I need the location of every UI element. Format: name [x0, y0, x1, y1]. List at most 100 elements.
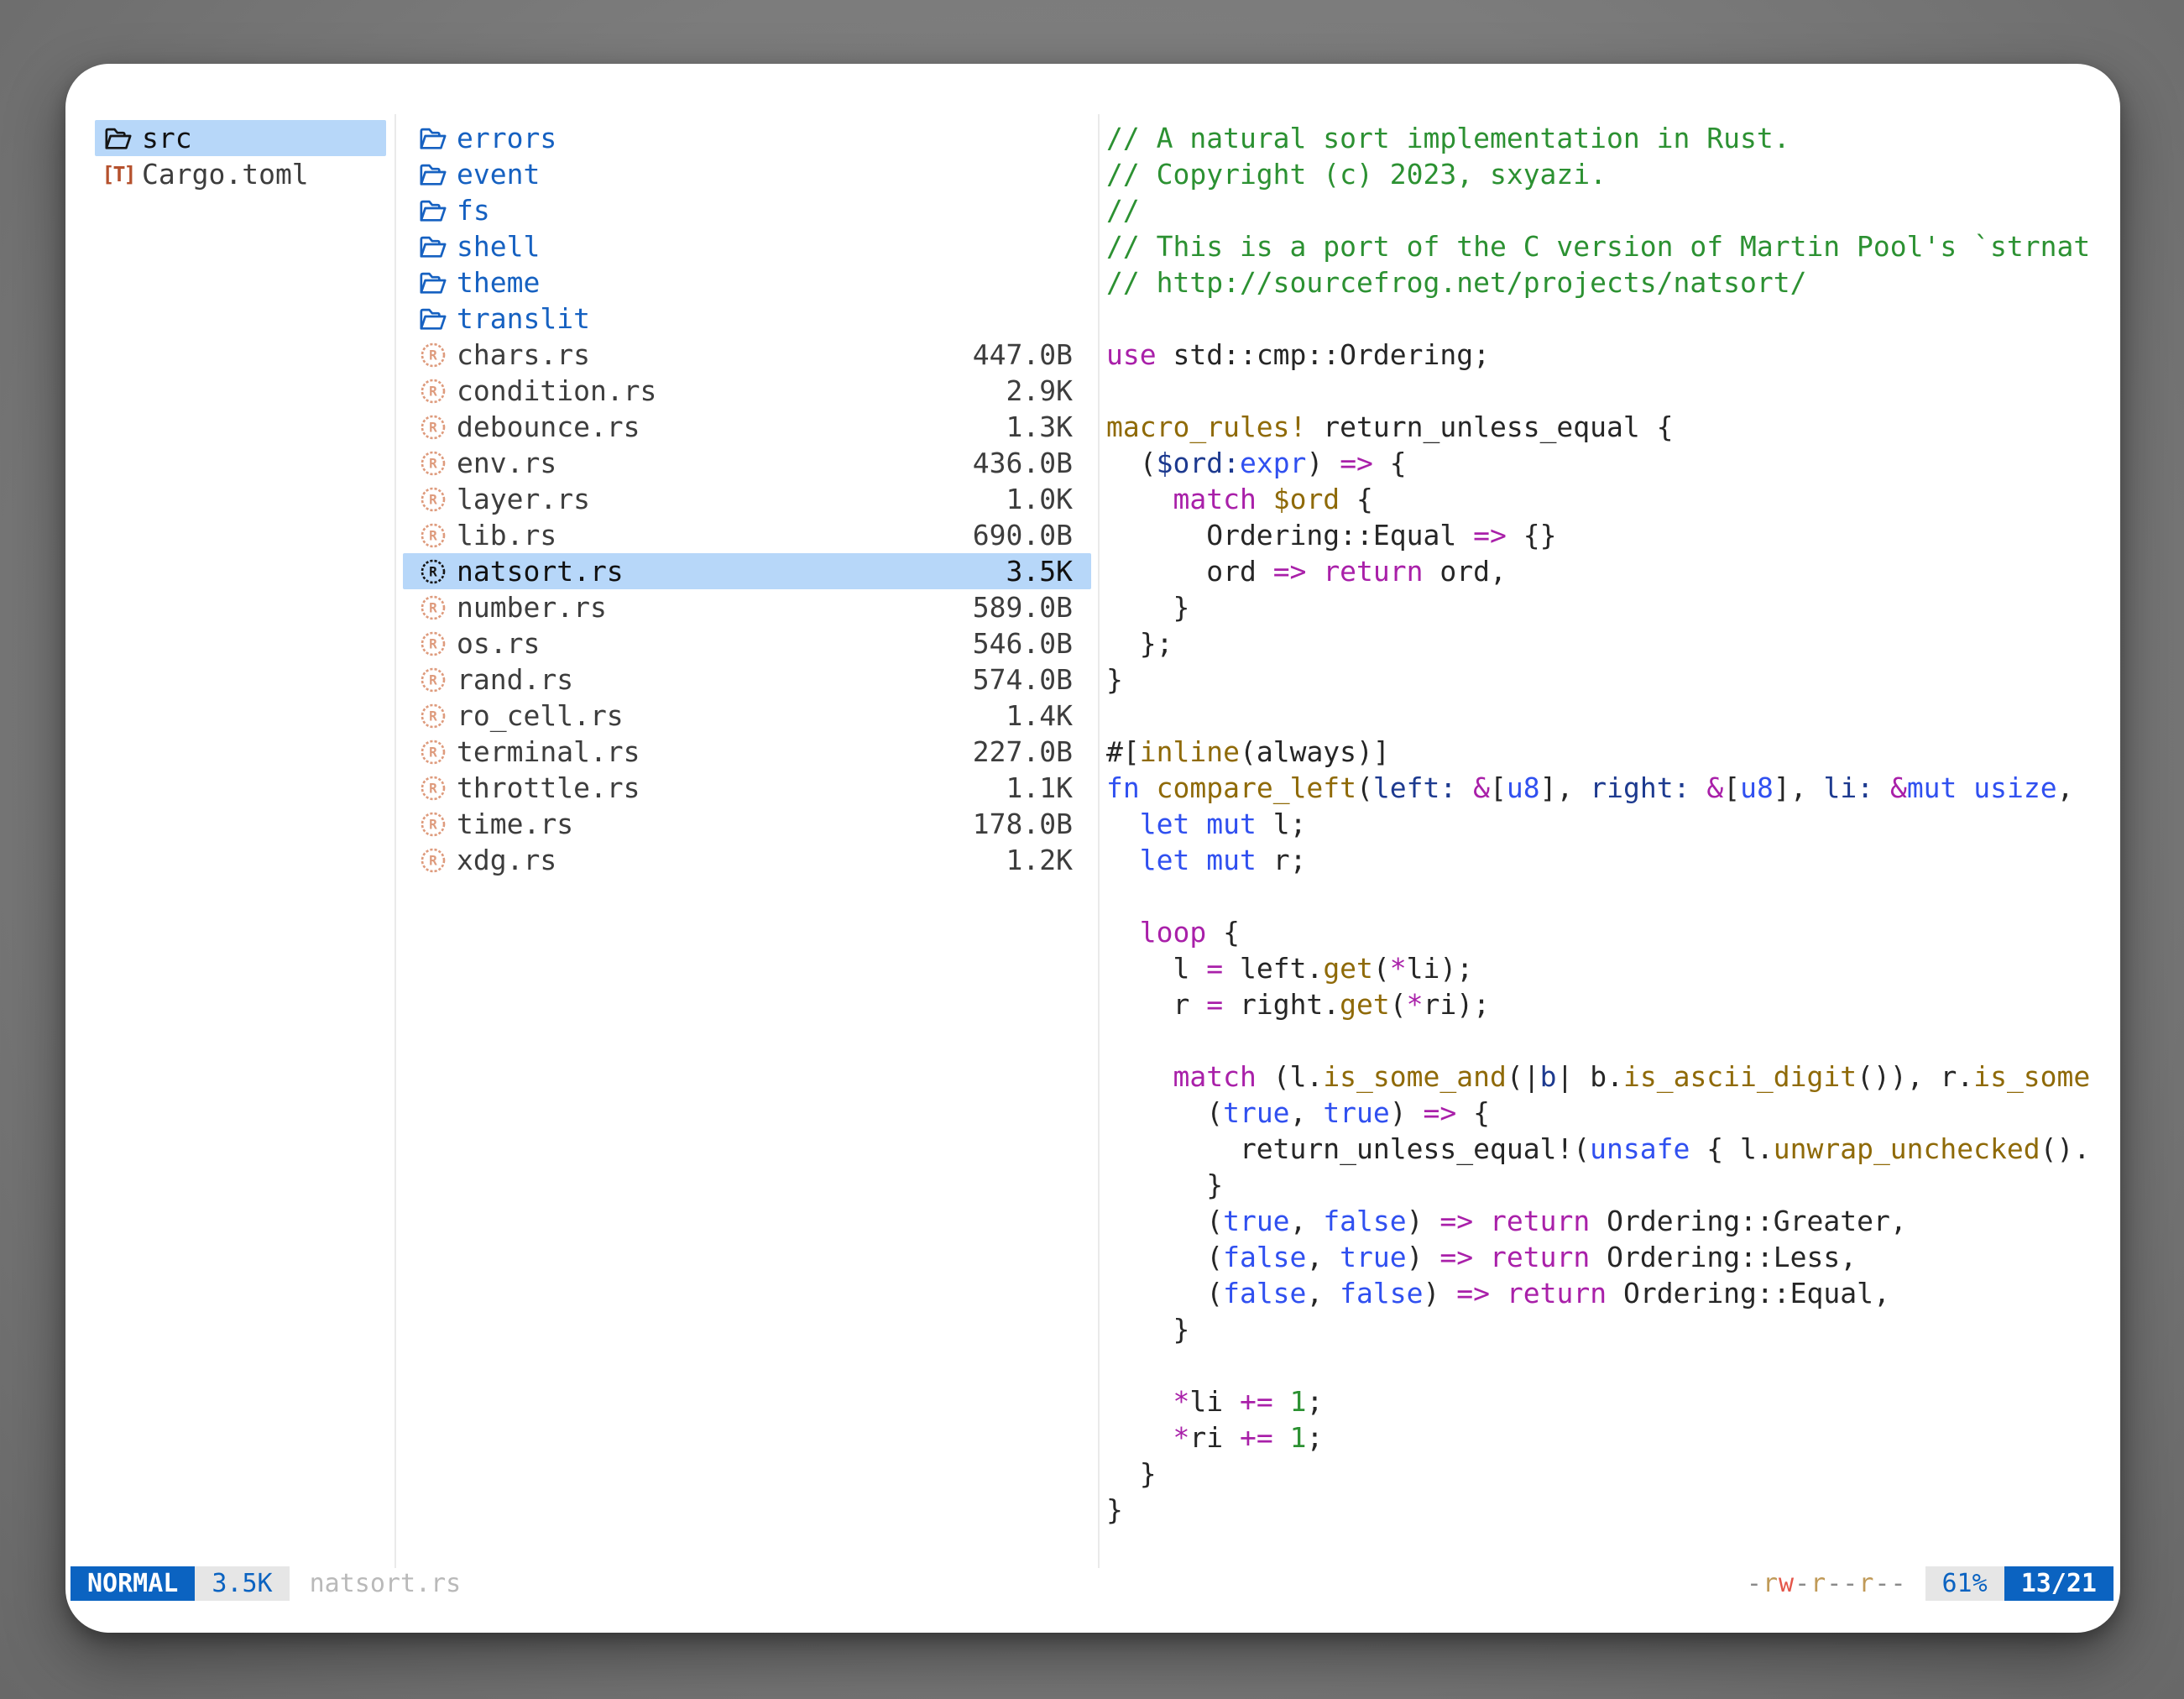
entry-size: 2.9K: [1006, 374, 1073, 407]
file-row-os.rs[interactable]: Ros.rs546.0B: [403, 625, 1091, 661]
entry-name: time.rs: [457, 808, 573, 840]
dir-row-fs[interactable]: fs: [403, 192, 1091, 228]
code-line: l = left.get(*li);: [1106, 950, 2103, 986]
entry-name: os.rs: [457, 627, 540, 660]
dir-row-src[interactable]: src: [95, 120, 386, 156]
code-line: // http://sourcefrog.net/projects/natsor…: [1106, 264, 2103, 301]
entry-name: shell: [457, 230, 540, 263]
svg-text:R: R: [429, 491, 437, 507]
code-line: [1106, 373, 2103, 409]
dir-row-theme[interactable]: theme: [403, 264, 1091, 301]
file-row-natsort.rs[interactable]: Rnatsort.rs3.5K: [403, 553, 1091, 589]
code-line: };: [1106, 625, 2103, 661]
code-line: }: [1106, 1311, 2103, 1347]
mode-badge: NORMAL: [71, 1566, 195, 1601]
rust-file-icon: R: [416, 629, 450, 659]
file-row-terminal.rs[interactable]: Rterminal.rs227.0B: [403, 734, 1091, 770]
file-row-xdg.rs[interactable]: Rxdg.rs1.2K: [403, 842, 1091, 878]
entry-name: throttle.rs: [457, 771, 640, 804]
dir-row-event[interactable]: event: [403, 156, 1091, 192]
code-line: }: [1106, 1492, 2103, 1528]
rust-file-icon: R: [416, 448, 450, 478]
svg-text:R: R: [429, 635, 437, 651]
dir-row-translit[interactable]: translit: [403, 301, 1091, 337]
entry-size: 436.0B: [973, 447, 1073, 479]
parent-pane: src[T]Cargo.toml: [95, 120, 386, 192]
entry-name: condition.rs: [457, 374, 656, 407]
rust-file-icon: R: [416, 773, 450, 803]
file-row-rand.rs[interactable]: Rrand.rs 574.0B: [403, 661, 1091, 698]
entry-name: debounce.rs: [457, 410, 640, 443]
code-line: (false, true) => return Ordering::Less,: [1106, 1239, 2103, 1275]
folder-open-icon: [416, 123, 450, 154]
rust-file-icon: R: [416, 557, 450, 587]
rust-file-icon: R: [416, 412, 450, 442]
svg-text:R: R: [429, 599, 437, 615]
file-row-lib.rs[interactable]: Rlib.rs690.0B: [403, 517, 1091, 553]
file-row-throttle.rs[interactable]: Rthrottle.rs 1.1K: [403, 770, 1091, 806]
entry-size: 447.0B: [973, 338, 1073, 371]
code-line: (true, true) => {: [1106, 1095, 2103, 1131]
entry-size: 1.2K: [1006, 844, 1073, 876]
entry-name: layer.rs: [457, 483, 590, 515]
entry-name: event: [457, 158, 540, 191]
file-row-ro_cell.rs[interactable]: Rro_cell.rs1.4K: [403, 698, 1091, 734]
entry-size: 574.0B: [973, 663, 1073, 696]
status-bar: NORMAL 3.5K natsort.rs -rw-r--r-- 61% 13…: [71, 1566, 2113, 1601]
entry-size: 227.0B: [973, 735, 1073, 768]
code-line: let mut l;: [1106, 806, 2103, 842]
entry-name: errors: [457, 122, 556, 154]
code-line: *li += 1;: [1106, 1383, 2103, 1419]
code-line: }: [1106, 661, 2103, 698]
file-row-layer.rs[interactable]: Rlayer.rs 1.0K: [403, 481, 1091, 517]
folder-open-icon: [416, 304, 450, 334]
code-line: [1106, 1022, 2103, 1059]
file-row-time.rs[interactable]: Rtime.rs 178.0B: [403, 806, 1091, 842]
svg-text:R: R: [429, 672, 437, 687]
dir-row-shell[interactable]: shell: [403, 228, 1091, 264]
entry-size: 1.1K: [1006, 771, 1073, 804]
folder-open-icon: [416, 159, 450, 190]
code-line: #[inline(always)]: [1106, 734, 2103, 770]
scroll-percent-label: 61%: [1942, 1569, 1988, 1598]
code-line: // Copyright (c) 2023, sxyazi.: [1106, 156, 2103, 192]
entry-name: chars.rs: [457, 338, 590, 371]
rust-file-icon: R: [416, 665, 450, 695]
svg-text:R: R: [429, 816, 437, 832]
folder-open-icon: [416, 232, 450, 262]
entry-name: rand.rs: [457, 663, 573, 696]
svg-text:R: R: [429, 744, 437, 760]
rust-file-icon: R: [416, 737, 450, 767]
entry-name: number.rs: [457, 591, 607, 624]
cursor-position-label: 13/21: [2021, 1569, 2097, 1598]
entry-size: 178.0B: [973, 808, 1073, 840]
entry-size: 1.0K: [1006, 483, 1073, 515]
file-row-Cargo.toml[interactable]: [T]Cargo.toml: [95, 156, 386, 192]
file-row-condition.rs[interactable]: Rcondition.rs 2.9K: [403, 373, 1091, 409]
svg-text:R: R: [429, 383, 437, 399]
permissions-text: -rw-r--r--: [1747, 1569, 1907, 1598]
entry-name: translit: [457, 302, 590, 335]
code-line: [1106, 301, 2103, 337]
entry-size: 1.3K: [1006, 410, 1073, 443]
code-line: loop {: [1106, 914, 2103, 950]
rust-file-icon: R: [416, 593, 450, 623]
rust-file-icon: R: [416, 520, 450, 551]
svg-text:R: R: [429, 527, 437, 543]
svg-text:R: R: [429, 780, 437, 796]
entry-name: ro_cell.rs: [457, 699, 624, 732]
status-filename: natsort.rs: [310, 1569, 462, 1598]
dir-row-errors[interactable]: errors: [403, 120, 1091, 156]
file-row-chars.rs[interactable]: Rchars.rs447.0B: [403, 337, 1091, 373]
file-row-number.rs[interactable]: Rnumber.rs589.0B: [403, 589, 1091, 625]
entry-name: natsort.rs: [457, 555, 624, 588]
entry-name: fs: [457, 194, 490, 227]
file-row-debounce.rs[interactable]: Rdebounce.rs 1.3K: [403, 409, 1091, 445]
rust-file-icon: R: [416, 809, 450, 839]
svg-text:R: R: [429, 419, 437, 435]
rust-file-icon: R: [416, 701, 450, 731]
rust-file-icon: R: [416, 845, 450, 876]
svg-text:R: R: [429, 563, 437, 579]
file-row-env.rs[interactable]: Renv.rs436.0B: [403, 445, 1091, 481]
file-size-label: 3.5K: [212, 1569, 272, 1598]
